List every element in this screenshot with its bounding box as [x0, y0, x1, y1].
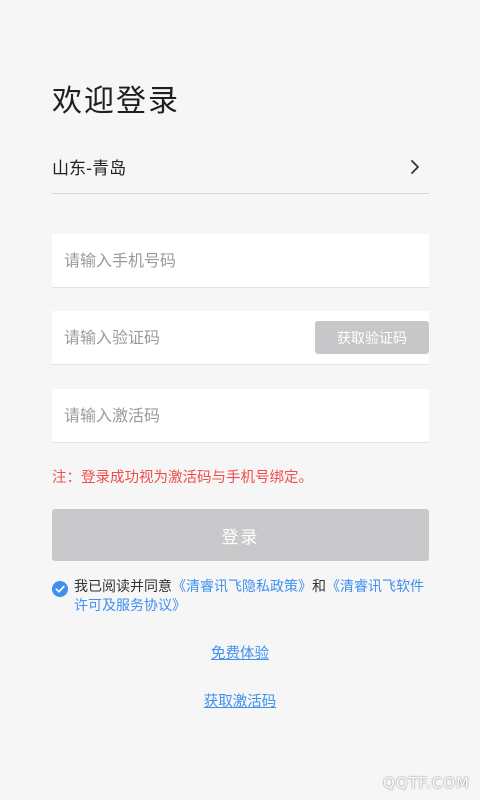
phone-input[interactable] — [52, 234, 429, 287]
agreement-prefix: 我已阅读并同意 — [74, 579, 172, 595]
region-value: 山东-青岛 — [52, 159, 127, 179]
region-selector[interactable]: 山东-青岛 — [52, 140, 429, 194]
activation-code-input[interactable] — [52, 389, 429, 442]
binding-note: 注：登录成功视为激活码与手机号绑定。 — [52, 470, 313, 486]
free-trial-link[interactable]: 免费体验 — [211, 646, 269, 662]
code-field-container: 获取验证码 — [52, 311, 429, 365]
agreement-and: 和 — [312, 579, 326, 595]
login-button[interactable]: 登录 — [52, 509, 429, 561]
get-activation-link[interactable]: 获取激活码 — [204, 694, 277, 710]
agreement-row: 我已阅读并同意《清睿讯飞隐私政策》和《清睿讯飞软件许可及服务协议》 — [52, 578, 432, 616]
chevron-right-icon — [411, 159, 419, 174]
page-title: 欢迎登录 — [52, 84, 180, 119]
activation-field-container — [52, 389, 429, 443]
verification-code-input[interactable] — [52, 311, 315, 364]
phone-field-container — [52, 234, 429, 288]
watermark: QQTF.COM — [383, 774, 470, 792]
checked-circle-icon[interactable] — [52, 581, 68, 597]
agreement-text: 我已阅读并同意《清睿讯飞隐私政策》和《清睿讯飞软件许可及服务协议》 — [74, 578, 429, 616]
privacy-policy-link[interactable]: 《清睿讯飞隐私政策》 — [172, 579, 312, 595]
get-activation-row: 获取激活码 — [0, 690, 480, 711]
get-code-button[interactable]: 获取验证码 — [315, 321, 429, 354]
free-trial-row: 免费体验 — [0, 642, 480, 663]
